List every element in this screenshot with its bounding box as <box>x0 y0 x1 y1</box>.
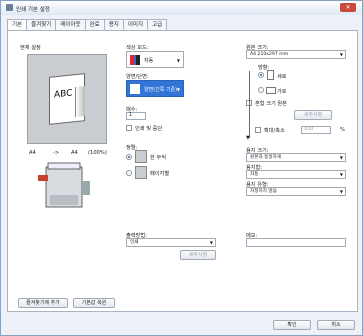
paper-preview: ABC <box>49 73 85 125</box>
portrait-label: 세로 <box>277 74 287 80</box>
cancel-button[interactable]: 취소 <box>317 320 355 330</box>
copies-spinner[interactable]: 1 <box>126 112 146 120</box>
chevron-down-icon: ▼ <box>176 87 180 92</box>
paper-tray-value: 자동 <box>250 172 259 177</box>
duplex-select[interactable]: 양면(긴쪽 기준) ▼ <box>126 80 184 97</box>
collate-opt2: 페이지별 <box>150 171 170 177</box>
collate-checkbox[interactable] <box>126 125 132 131</box>
duplex-icon <box>130 84 140 94</box>
mixed-detail-button[interactable]: 세부사항 <box>294 110 332 120</box>
window-title: 인쇄 기본 설정 <box>16 7 50 13</box>
landscape-radio[interactable] <box>258 87 264 93</box>
preview-text: ABC <box>54 88 73 101</box>
chevron-down-icon: ▼ <box>339 155 343 160</box>
collate-radio-2[interactable] <box>126 170 132 176</box>
title-bar: 인쇄 기본 설정 ✕ <box>1 1 362 15</box>
paper-type-value: 지정하지 않음 <box>250 189 277 194</box>
chevron-down-icon: ▼ <box>339 52 343 57</box>
tab-advanced[interactable]: 고급 <box>147 19 168 30</box>
landscape-icon <box>266 87 276 94</box>
paper-size-select[interactable]: 원본과 동일하게 ▼ <box>246 153 346 162</box>
basic-panel: 현재 설정 ABC A4 -> A4 (100%) 색상 모드: 자동 ▼ 양면… <box>7 30 358 312</box>
printer-icon <box>6 4 13 11</box>
print-preferences-window: 인쇄 기본 설정 ✕ 기본 즐겨찾기 레이아웃 완료 용지 이미지 고급 현재 … <box>0 0 363 336</box>
printer-machine-icon <box>38 162 90 208</box>
orig-size-value: A4 210x297 mm <box>250 52 289 57</box>
zoom-label: 확대/축소 <box>264 128 285 134</box>
tab-layout[interactable]: 레이아웃 <box>55 19 86 30</box>
close-button[interactable]: ✕ <box>340 3 356 12</box>
tab-image[interactable]: 이미지 <box>122 19 149 30</box>
portrait-radio[interactable] <box>258 72 264 78</box>
paper-type-select[interactable]: 지정하지 않음 ▼ <box>246 187 346 196</box>
mixed-size-label: 혼합 크기 원본 <box>255 101 287 107</box>
target-paper: A4 <box>71 150 78 156</box>
portrait-icon <box>267 70 274 80</box>
chevron-down-icon: ▼ <box>339 172 343 177</box>
restore-default-button[interactable]: 기본값 복원 <box>73 298 115 308</box>
duplex-value: 양면(긴쪽 기준) <box>144 87 178 93</box>
landscape-label: 가로 <box>277 89 287 95</box>
paper-arrow: -> <box>53 150 60 156</box>
tab-bar: 기본 즐겨찾기 레이아웃 완료 용지 이미지 고급 <box>7 19 168 31</box>
collate-icon <box>135 150 147 163</box>
paper-size-value: 원본과 동일하게 <box>250 155 282 160</box>
ok-button[interactable]: 확인 <box>273 320 311 330</box>
zoom-ratio: (100%) <box>88 150 107 156</box>
add-favorite-button[interactable]: 즐겨찾기에 추가 <box>18 298 68 308</box>
color-mode-icon <box>130 55 140 65</box>
paper-tray-select[interactable]: 자동 ▼ <box>246 170 346 179</box>
output-value: 인쇄 <box>130 240 139 245</box>
memo-input[interactable] <box>246 238 346 247</box>
page-sort-icon <box>135 166 147 179</box>
arrow-down-icon: ▼ <box>246 135 250 141</box>
output-detail-button[interactable]: 세부사항 <box>180 250 216 260</box>
chevron-down-icon: ▼ <box>176 58 180 63</box>
color-mode-select[interactable]: 자동 ▼ <box>126 51 184 68</box>
output-select[interactable]: 인쇄 ▼ <box>126 238 216 247</box>
collate-radio-1[interactable] <box>126 154 132 160</box>
zoom-checkbox[interactable] <box>255 127 261 133</box>
tab-paper[interactable]: 용지 <box>103 19 124 30</box>
current-settings-label: 현재 설정 <box>20 45 41 51</box>
chevron-down-icon: ▼ <box>339 189 343 194</box>
orig-size-select[interactable]: A4 210x297 mm ▼ <box>246 50 346 59</box>
zoom-spinner[interactable]: 100 <box>301 126 331 134</box>
collate-label: 인쇄 및 중단 <box>135 126 163 132</box>
zoom-unit: % <box>340 127 345 133</box>
chevron-down-icon: ▼ <box>209 240 213 245</box>
tab-finishing[interactable]: 완료 <box>84 19 105 30</box>
tab-favorites[interactable]: 즐겨찾기 <box>26 19 57 30</box>
collate-opt1: 한 부씩 <box>150 155 166 161</box>
duplex-label: 양면/단면: <box>126 74 149 80</box>
source-paper: A4 <box>29 150 36 156</box>
color-mode-value: 자동 <box>144 58 154 64</box>
color-mode-label: 색상 모드: <box>126 45 149 51</box>
page-preview: ABC <box>27 54 107 144</box>
